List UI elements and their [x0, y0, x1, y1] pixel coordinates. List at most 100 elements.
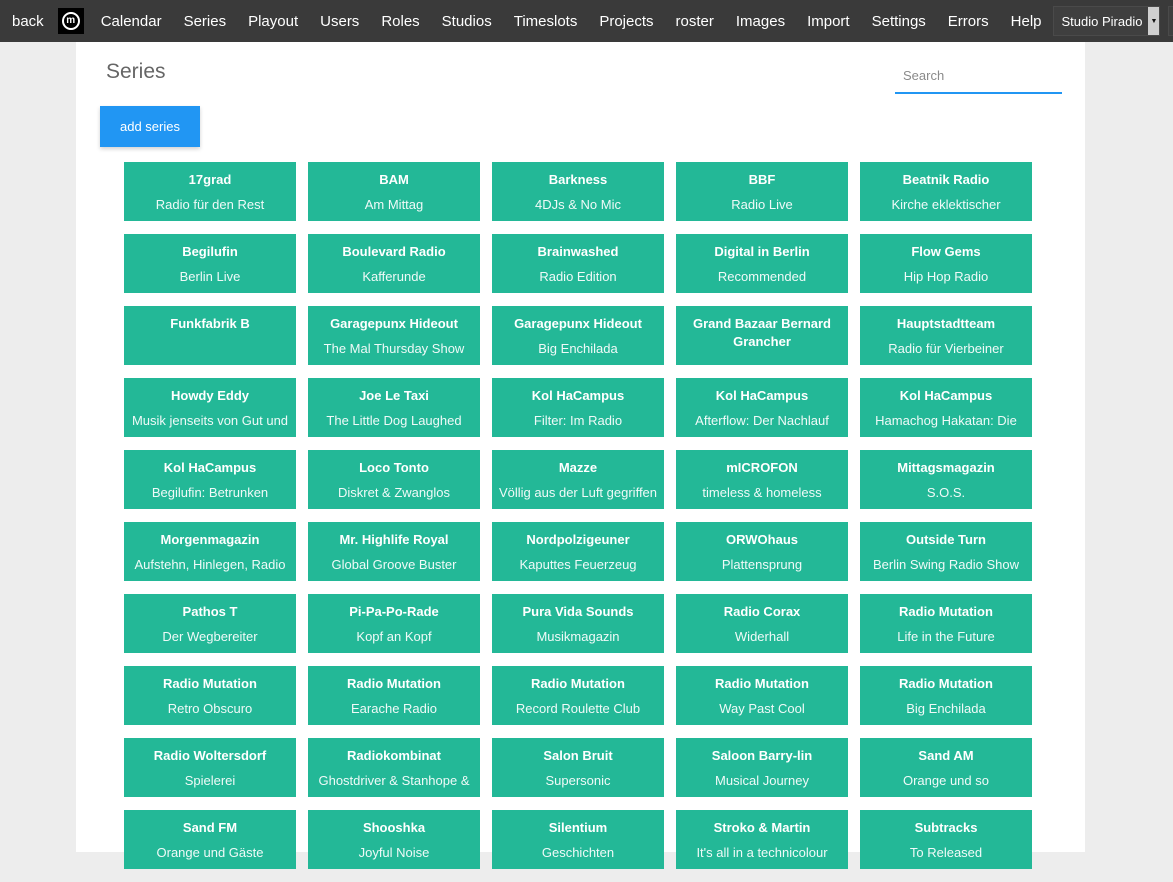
- series-card-title: Flow Gems: [860, 243, 1032, 261]
- series-card[interactable]: Shooshka Joyful Noise: [308, 810, 480, 869]
- series-card-title: Garagepunx Hideout: [308, 315, 480, 333]
- series-card[interactable]: Outside Turn Berlin Swing Radio Show: [860, 522, 1032, 581]
- series-card[interactable]: Radio Mutation Retro Obscuro: [124, 666, 296, 725]
- series-card[interactable]: Radio Corax Widerhall: [676, 594, 848, 653]
- series-card-subtitle: Global Groove Buster: [308, 556, 480, 574]
- nav-left-group: back m CalendarSeriesPlayoutUsersRolesSt…: [10, 8, 1053, 34]
- series-card[interactable]: Radio Mutation Earache Radio: [308, 666, 480, 725]
- nav-item-projects[interactable]: Projects: [588, 13, 664, 30]
- series-card[interactable]: Mittagsmagazin S.O.S.: [860, 450, 1032, 509]
- series-card-subtitle: Afterflow: Der Nachlauf: [676, 412, 848, 430]
- series-card-subtitle: Der Wegbereiter: [124, 628, 296, 646]
- series-card[interactable]: Radio Mutation Way Past Cool: [676, 666, 848, 725]
- series-card-title: Radio Mutation: [308, 675, 480, 693]
- series-card-subtitle: Berlin Live: [124, 268, 296, 286]
- series-card[interactable]: Kol HaCampus Filter: Im Radio: [492, 378, 664, 437]
- series-card[interactable]: Kol HaCampus Afterflow: Der Nachlauf: [676, 378, 848, 437]
- series-card-subtitle: Radio für den Rest: [124, 196, 296, 214]
- series-card[interactable]: ORWOhaus Plattensprung: [676, 522, 848, 581]
- studio-select[interactable]: Studio Piradio ▼: [1053, 6, 1161, 36]
- nav-item-studios[interactable]: Studios: [431, 13, 503, 30]
- series-card[interactable]: Flow Gems Hip Hop Radio: [860, 234, 1032, 293]
- nav-item-help[interactable]: Help: [1000, 13, 1053, 30]
- project-select[interactable]: Project 88vier ▼: [1168, 6, 1173, 36]
- series-card-title: Sand FM: [124, 819, 296, 837]
- nav-item-calendar[interactable]: Calendar: [90, 13, 173, 30]
- series-card-subtitle: Supersonic: [492, 772, 664, 790]
- nav-item-timeslots[interactable]: Timeslots: [503, 13, 589, 30]
- series-card[interactable]: Sand AM Orange und so: [860, 738, 1032, 797]
- series-card-subtitle: 4DJs & No Mic: [492, 196, 664, 214]
- series-card[interactable]: Radio Mutation Record Roulette Club: [492, 666, 664, 725]
- nav-item-images[interactable]: Images: [725, 13, 796, 30]
- series-card[interactable]: Garagepunx Hideout The Mal Thursday Show: [308, 306, 480, 365]
- series-card[interactable]: Radiokombinat Ghostdriver & Stanhope &: [308, 738, 480, 797]
- nav-menu: CalendarSeriesPlayoutUsersRolesStudiosTi…: [90, 13, 1053, 30]
- series-card[interactable]: Grand Bazaar Bernard Grancher: [676, 306, 848, 365]
- series-card[interactable]: Kol HaCampus Hamachog Hakatan: Die: [860, 378, 1032, 437]
- series-card-subtitle: timeless & homeless: [676, 484, 848, 502]
- search-input[interactable]: [895, 58, 1062, 94]
- series-card-title: Kol HaCampus: [676, 387, 848, 405]
- nav-item-errors[interactable]: Errors: [937, 13, 1000, 30]
- series-card-subtitle: Recommended: [676, 268, 848, 286]
- series-card[interactable]: Morgenmagazin Aufstehn, Hinlegen, Radio: [124, 522, 296, 581]
- series-card[interactable]: Pi-Pa-Po-Rade Kopf an Kopf: [308, 594, 480, 653]
- series-card[interactable]: Joe Le Taxi The Little Dog Laughed: [308, 378, 480, 437]
- series-card-subtitle: Radio Live: [676, 196, 848, 214]
- series-card-title: Brainwashed: [492, 243, 664, 261]
- series-card[interactable]: Kol HaCampus Begilufin: Betrunken: [124, 450, 296, 509]
- series-card[interactable]: Stroko & Martin It's all in a technicolo…: [676, 810, 848, 869]
- series-card-title: Radio Mutation: [860, 675, 1032, 693]
- series-card-title: Kol HaCampus: [860, 387, 1032, 405]
- nav-item-settings[interactable]: Settings: [861, 13, 937, 30]
- add-series-button[interactable]: add series: [100, 106, 200, 147]
- series-card[interactable]: Loco Tonto Diskret & Zwanglos: [308, 450, 480, 509]
- series-card[interactable]: Subtracks To Released: [860, 810, 1032, 869]
- series-card[interactable]: Boulevard Radio Kafferunde: [308, 234, 480, 293]
- nav-item-series[interactable]: Series: [173, 13, 238, 30]
- piradio-logo-icon[interactable]: m: [58, 8, 84, 34]
- series-card-title: Mazze: [492, 459, 664, 477]
- series-card[interactable]: Radio Mutation Big Enchilada: [860, 666, 1032, 725]
- series-card[interactable]: Barkness 4DJs & No Mic: [492, 162, 664, 221]
- series-card[interactable]: Hauptstadtteam Radio für Vierbeiner: [860, 306, 1032, 365]
- series-card-subtitle: Kafferunde: [308, 268, 480, 286]
- series-card[interactable]: mICROFON timeless & homeless: [676, 450, 848, 509]
- series-card[interactable]: Funkfabrik B: [124, 306, 296, 365]
- series-card-title: Mr. Highlife Royal: [308, 531, 480, 549]
- series-card-subtitle: Joyful Noise: [308, 844, 480, 862]
- series-card[interactable]: Nordpolzigeuner Kaputtes Feuerzeug: [492, 522, 664, 581]
- series-card[interactable]: Brainwashed Radio Edition: [492, 234, 664, 293]
- series-card[interactable]: BBF Radio Live: [676, 162, 848, 221]
- series-card[interactable]: Mazze Völlig aus der Luft gegriffen: [492, 450, 664, 509]
- series-card-title: Pi-Pa-Po-Rade: [308, 603, 480, 621]
- series-card[interactable]: 17grad Radio für den Rest: [124, 162, 296, 221]
- series-card[interactable]: Garagepunx Hideout Big Enchilada: [492, 306, 664, 365]
- series-card[interactable]: Pathos T Der Wegbereiter: [124, 594, 296, 653]
- series-card-subtitle: Life in the Future: [860, 628, 1032, 646]
- nav-back-link[interactable]: back: [10, 13, 52, 30]
- series-card[interactable]: Saloon Barry-lin Musical Journey: [676, 738, 848, 797]
- series-card[interactable]: BAM Am Mittag: [308, 162, 480, 221]
- nav-item-roster[interactable]: roster: [665, 13, 725, 30]
- series-card[interactable]: Beatnik Radio Kirche eklektischer: [860, 162, 1032, 221]
- series-card[interactable]: Digital in Berlin Recommended: [676, 234, 848, 293]
- series-card-title: Pathos T: [124, 603, 296, 621]
- nav-item-playout[interactable]: Playout: [237, 13, 309, 30]
- series-card[interactable]: Silentium Geschichten: [492, 810, 664, 869]
- series-card-title: Howdy Eddy: [124, 387, 296, 405]
- series-card[interactable]: Sand FM Orange und Gäste: [124, 810, 296, 869]
- nav-item-users[interactable]: Users: [309, 13, 370, 30]
- series-card-title: Grand Bazaar Bernard Grancher: [676, 315, 848, 351]
- series-card[interactable]: Begilufin Berlin Live: [124, 234, 296, 293]
- series-card[interactable]: Pura Vida Sounds Musikmagazin: [492, 594, 664, 653]
- series-card[interactable]: Salon Bruit Supersonic: [492, 738, 664, 797]
- series-card[interactable]: Howdy Eddy Musik jenseits von Gut und: [124, 378, 296, 437]
- series-card-title: Digital in Berlin: [676, 243, 848, 261]
- series-card[interactable]: Radio Mutation Life in the Future: [860, 594, 1032, 653]
- series-card[interactable]: Mr. Highlife Royal Global Groove Buster: [308, 522, 480, 581]
- nav-item-roles[interactable]: Roles: [370, 13, 430, 30]
- nav-item-import[interactable]: Import: [796, 13, 861, 30]
- series-card[interactable]: Radio Woltersdorf Spielerei: [124, 738, 296, 797]
